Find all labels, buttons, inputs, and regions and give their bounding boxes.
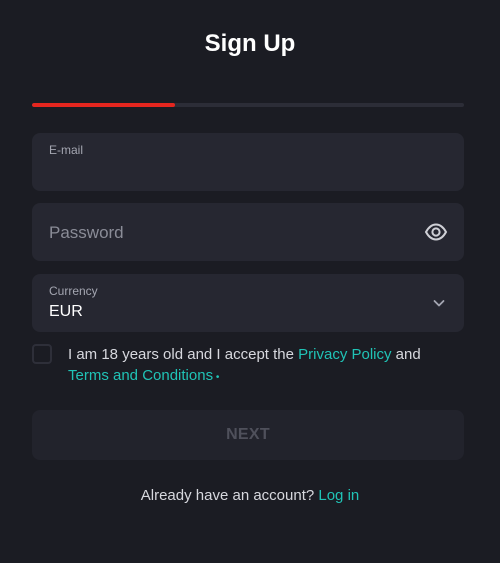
signup-panel: Sign Up E-mail Password Currency EUR I a…: [0, 0, 500, 563]
email-label: E-mail: [49, 143, 84, 157]
password-placeholder: Password: [49, 223, 124, 242]
email-input[interactable]: [49, 159, 447, 183]
next-button[interactable]: NEXT: [32, 410, 464, 460]
login-prompt-text: Already have an account?: [140, 487, 319, 504]
email-field[interactable]: E-mail: [32, 133, 464, 191]
required-mark: •: [213, 372, 220, 383]
currency-value: EUR: [49, 303, 83, 320]
chevron-down-icon: [432, 296, 446, 310]
eye-icon[interactable]: [424, 221, 448, 243]
currency-label: Currency: [49, 284, 98, 298]
age-consent-checkbox[interactable]: [32, 344, 52, 364]
consent-middle: and: [391, 346, 421, 363]
progress-bar: [32, 103, 464, 107]
terms-link[interactable]: Terms and Conditions: [68, 367, 213, 384]
consent-text: I am 18 years old and I accept the Priva…: [68, 344, 463, 388]
login-prompt: Already have an account? Log in: [0, 487, 500, 504]
currency-select[interactable]: Currency EUR: [32, 274, 464, 332]
consent-prefix: I am 18 years old and I accept the: [68, 346, 299, 363]
password-field[interactable]: Password: [32, 203, 464, 261]
page-title: Sign Up: [204, 30, 296, 57]
login-link[interactable]: Log in: [318, 487, 359, 504]
progress-fill: [32, 103, 175, 107]
privacy-policy-link[interactable]: Privacy Policy: [298, 346, 391, 363]
